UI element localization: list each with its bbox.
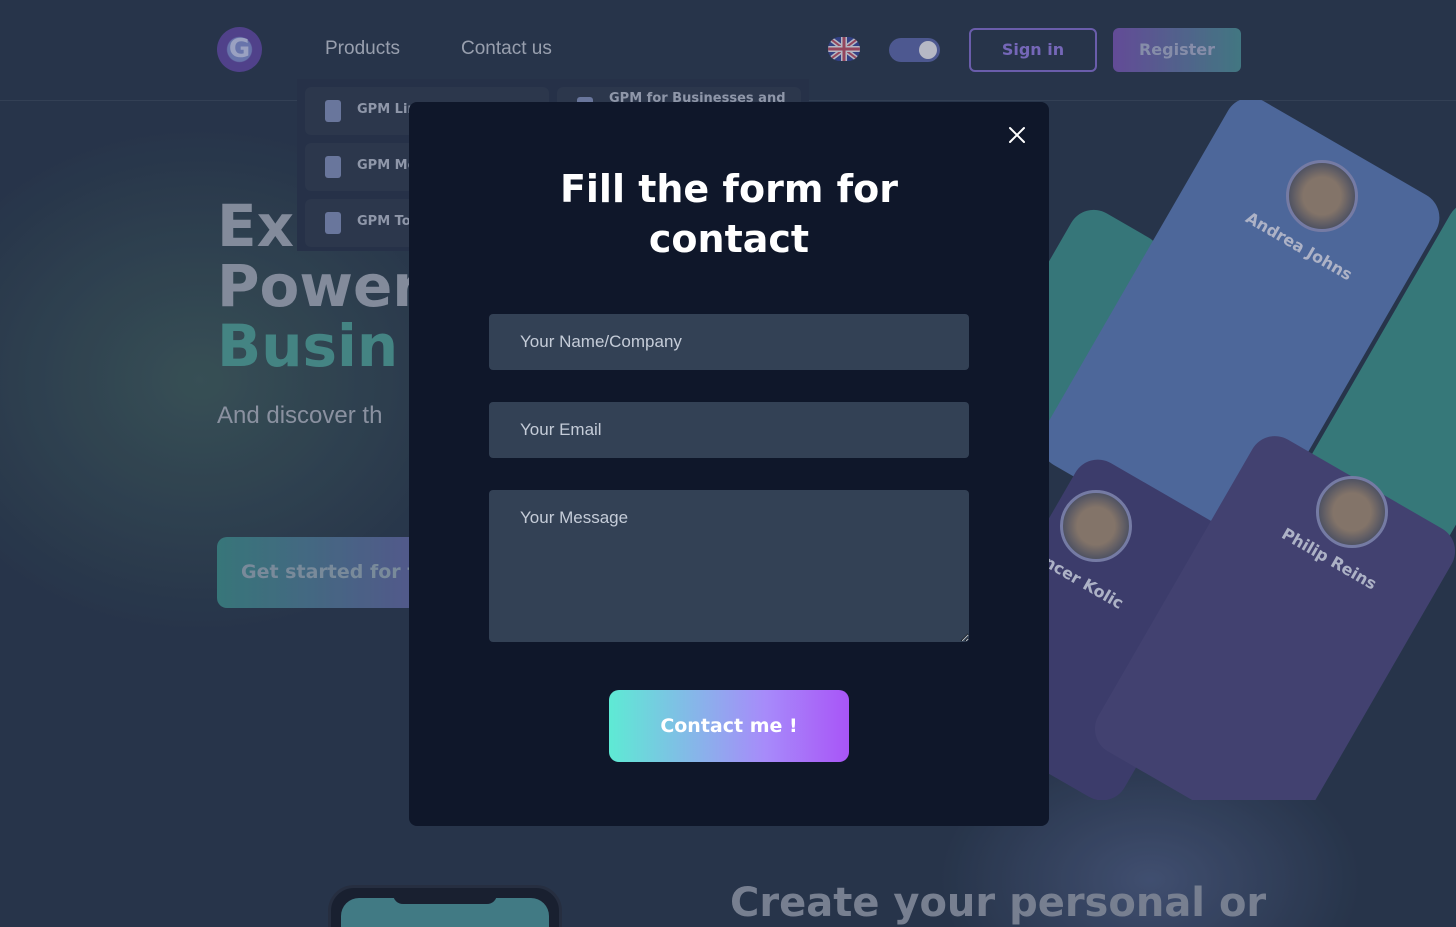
name-company-input[interactable] — [489, 314, 969, 370]
contact-modal: Fill the form for contact Contact me ! — [409, 102, 1049, 826]
message-textarea[interactable] — [489, 490, 969, 642]
modal-title-text: Fill the form for contact — [559, 167, 899, 261]
close-icon[interactable] — [1006, 124, 1028, 146]
email-input[interactable] — [489, 402, 969, 458]
contact-me-button[interactable]: Contact me ! — [609, 690, 849, 762]
modal-title: Fill the form for contact — [409, 164, 1049, 264]
